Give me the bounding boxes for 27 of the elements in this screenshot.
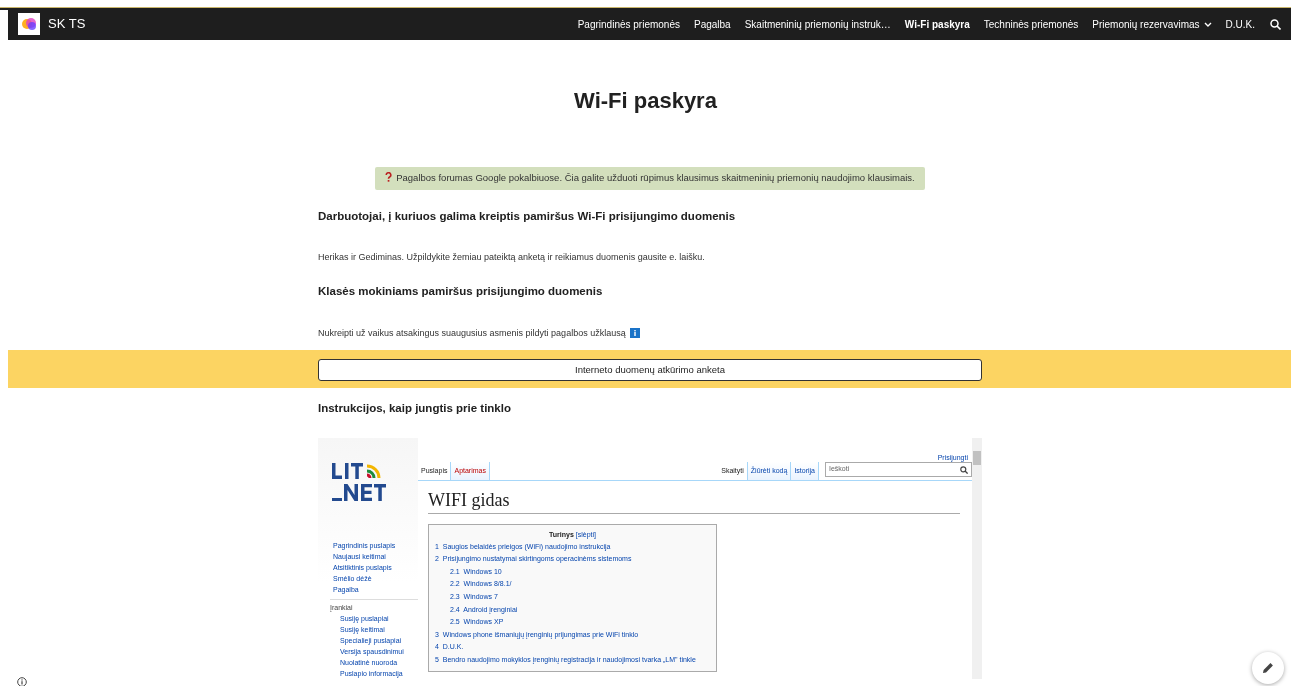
nav-link[interactable]: Pagrindinės priemonės — [570, 16, 687, 32]
help-banner[interactable]: Pagalbos forumas Google pokalbiuose. Čia galite užduoti rūpimus klausimus skaitmeninių priemonių naudojimo klausimais. — [375, 167, 925, 190]
section-heading: Klasės mokiniams pamiršus prisijungimo duomenis — [318, 284, 604, 299]
section-heading: Darbuotojai, į kuriuos galima kreiptis pamiršus Wi-Fi prisijungimo duomenis — [318, 209, 737, 224]
logo-icon[interactable] — [18, 13, 40, 35]
page-title: Wi-Fi paskyra — [573, 88, 718, 115]
search-icon[interactable] — [960, 465, 968, 474]
nav-link[interactable]: Priemonių rezervavimas — [1085, 16, 1219, 32]
paragraph: Nukreipti už vaikus atsakingus suaugusius asmenis pildyti pagalbos užklausą — [318, 326, 626, 340]
question-mark-icon — [385, 172, 393, 183]
form-button[interactable]: Interneto duomenų atkūrimo anketa — [318, 359, 982, 382]
nav-link[interactable]: Wi-Fi paskyra — [897, 16, 977, 32]
scrollbar[interactable] — [972, 438, 982, 680]
caret-icon — [1203, 21, 1212, 28]
search-icon[interactable] — [1270, 18, 1281, 30]
nav-link[interactable]: D.U.K. — [1218, 16, 1262, 32]
pencil-icon — [1262, 662, 1274, 674]
wiki-page-title: WIFI gidas — [428, 489, 960, 515]
nav-link[interactable]: Techninės priemonės — [976, 16, 1086, 32]
site-title[interactable]: SK TS — [48, 14, 86, 34]
nav-link[interactable]: Pagalba — [686, 16, 738, 32]
edit-button[interactable] — [1252, 652, 1284, 684]
info-icon — [629, 328, 640, 339]
paragraph: Herikas ir Gediminas. Užpildykite žemiau pateiktą anketą ir reikiamus duomenis gausite e. laišku. — [318, 251, 705, 265]
section-heading: Instrukcijos, kaip jungtis prie tinklo — [318, 402, 512, 417]
nav-link[interactable]: Skaitmeninių priemonių instruk… — [737, 16, 898, 32]
banner-text: Pagalbos forumas Google pokalbiuose. Čia galite užduoti rūpimus klausimus skaitmeninių priemonių naudojimo klausimais. — [396, 172, 915, 184]
